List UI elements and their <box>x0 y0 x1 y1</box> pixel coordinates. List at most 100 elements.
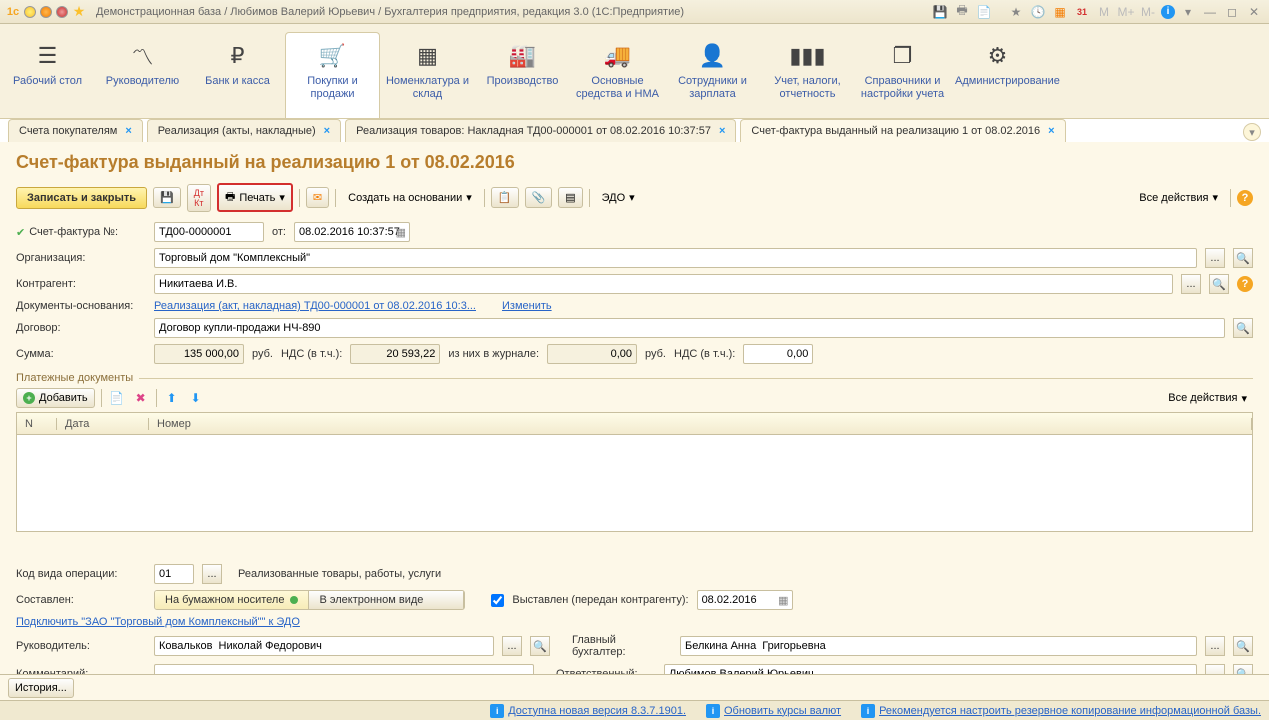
search-icon[interactable]: 🔍 <box>1233 636 1253 656</box>
nav-admin[interactable]: ⚙ Администрирование <box>950 32 1045 118</box>
tab-close-icon[interactable]: × <box>324 125 330 137</box>
save-icon[interactable]: 💾 <box>931 4 949 20</box>
basis-link[interactable]: Реализация (акт, накладная) ТД00-000001 … <box>154 300 476 312</box>
nds-input[interactable] <box>350 344 440 364</box>
counterparty-input[interactable] <box>154 274 1173 294</box>
create-based-button[interactable]: Создать на основании ▾ <box>342 188 478 207</box>
col-number[interactable]: Номер <box>149 418 1252 430</box>
nav-manager[interactable]: 〽 Руководителю <box>95 32 190 118</box>
print-button[interactable]: 🖶 Печать ▾ <box>217 183 293 212</box>
col-n[interactable]: N <box>17 418 57 430</box>
journal-nds-input[interactable] <box>743 344 813 364</box>
from-date-input[interactable] <box>294 222 410 242</box>
info-icon[interactable]: i <box>1161 5 1175 19</box>
help-icon[interactable]: ? <box>1237 190 1253 206</box>
star-icon[interactable]: ★ <box>1007 4 1025 20</box>
status-rates[interactable]: Обновить курсы валют <box>724 705 841 717</box>
col-date[interactable]: Дата <box>57 418 149 430</box>
manager-input[interactable] <box>154 636 494 656</box>
all-actions-button[interactable]: Все действия ▾ <box>1133 188 1224 207</box>
change-link[interactable]: Изменить <box>502 300 552 312</box>
down-icon[interactable]: ⬇ <box>187 390 205 406</box>
nav-production[interactable]: 🏭 Производство <box>475 32 570 118</box>
org-input[interactable] <box>154 248 1197 268</box>
list-button[interactable]: ▤ <box>558 187 582 208</box>
invoice-no-input[interactable] <box>154 222 264 242</box>
select-button[interactable]: ... <box>1181 274 1201 294</box>
payments-grid[interactable]: N Дата Номер <box>16 412 1253 532</box>
structure-button[interactable]: 📋 <box>491 187 519 208</box>
dropdown-icon[interactable]: ▾ <box>1179 4 1197 20</box>
calc-icon[interactable]: ▦ <box>1051 4 1069 20</box>
tab-close-icon[interactable]: × <box>719 125 725 137</box>
nav-tax[interactable]: ▮▮▮ Учет, налоги, отчетность <box>760 32 855 118</box>
nav-assets[interactable]: 🚚 Основные средства и НМА <box>570 32 665 118</box>
favorite-icon[interactable]: ★ <box>72 5 86 19</box>
post-button[interactable]: ДтКт <box>187 184 211 212</box>
search-icon[interactable]: 🔍 <box>530 636 550 656</box>
chart-icon: 〽 <box>100 41 185 71</box>
tab-realization-doc[interactable]: Реализация товаров: Накладная ТД00-00000… <box>345 119 736 142</box>
calendar-icon[interactable]: ▦ <box>778 594 788 607</box>
close-icon[interactable]: ✕ <box>1245 4 1263 20</box>
tab-invoice-issued[interactable]: Счет-фактура выданный на реализацию 1 от… <box>740 119 1065 142</box>
nav-sales[interactable]: 🛒 Покупки и продажи <box>285 32 380 118</box>
minimize-icon[interactable]: — <box>1201 4 1219 20</box>
save-close-button[interactable]: Записать и закрыть <box>16 187 147 209</box>
select-button[interactable]: ... <box>1205 636 1225 656</box>
op-code-input[interactable] <box>154 564 194 584</box>
m-button[interactable]: M <box>1095 4 1113 20</box>
print-icon[interactable]: 🖶 <box>953 4 971 20</box>
issued-checkbox[interactable] <box>491 594 504 607</box>
clock-icon[interactable]: 🕓 <box>1029 4 1047 20</box>
window-dot-3[interactable] <box>56 6 68 18</box>
mminus-button[interactable]: M- <box>1139 4 1157 20</box>
contract-input[interactable] <box>154 318 1225 338</box>
nav-bank[interactable]: ₽ Банк и касса <box>190 32 285 118</box>
calendar-icon[interactable]: 31 <box>1073 4 1091 20</box>
counterparty-label: Контрагент: <box>16 278 146 290</box>
window-dot-1[interactable] <box>24 6 36 18</box>
tab-realizations[interactable]: Реализация (акты, накладные) × <box>147 119 341 142</box>
payments-title: Платежные документы <box>16 372 1253 384</box>
nav-hr[interactable]: 👤 Сотрудники и зарплата <box>665 32 760 118</box>
search-icon[interactable]: 🔍 <box>1209 274 1229 294</box>
tabs-expand-button[interactable]: ▾ <box>1243 123 1261 141</box>
maximize-icon[interactable]: ◻ <box>1223 4 1241 20</box>
status-backup[interactable]: Рекомендуется настроить резервное копиро… <box>879 705 1261 717</box>
nav-desktop[interactable]: ☰ Рабочий стол <box>0 32 95 118</box>
add-button[interactable]: + Добавить <box>16 388 95 408</box>
select-button[interactable]: ... <box>202 564 222 584</box>
all-actions-button[interactable]: Все действия ▾ <box>1162 389 1253 408</box>
nav-stock[interactable]: ▦ Номенклатура и склад <box>380 32 475 118</box>
sum-input[interactable] <box>154 344 244 364</box>
select-button[interactable]: ... <box>502 636 522 656</box>
composed-toggle[interactable]: На бумажном носителе В электронном виде <box>154 590 465 610</box>
toggle-paper[interactable]: На бумажном носителе <box>155 591 309 609</box>
tab-close-icon[interactable]: × <box>125 125 131 137</box>
accountant-input[interactable] <box>680 636 1197 656</box>
help-icon[interactable]: ? <box>1237 276 1253 292</box>
nav-refs[interactable]: ❐ Справочники и настройки учета <box>855 32 950 118</box>
history-button[interactable]: История... <box>8 678 74 698</box>
search-icon[interactable]: 🔍 <box>1233 318 1253 338</box>
connect-edo-link[interactable]: Подключить "ЗАО "Торговый дом Комплексны… <box>16 616 300 628</box>
status-version[interactable]: Доступна новая версия 8.3.7.1901. <box>508 705 686 717</box>
tab-invoices[interactable]: Счета покупателям × <box>8 119 143 142</box>
calendar-icon[interactable]: ▦ <box>396 226 406 239</box>
delete-icon[interactable]: ✖ <box>132 390 150 406</box>
edo-button[interactable]: ЭДО ▾ <box>596 188 641 207</box>
tab-close-icon[interactable]: × <box>1048 125 1054 137</box>
up-icon[interactable]: ⬆ <box>163 390 181 406</box>
copy-icon[interactable]: 📄 <box>108 390 126 406</box>
toggle-electronic[interactable]: В электронном виде <box>309 591 464 609</box>
attach-button[interactable]: 📎 <box>525 187 553 208</box>
save-button[interactable]: 💾 <box>153 187 181 208</box>
journal-sum-input[interactable] <box>547 344 637 364</box>
search-icon[interactable]: 🔍 <box>1233 248 1253 268</box>
window-dot-2[interactable] <box>40 6 52 18</box>
select-button[interactable]: ... <box>1205 248 1225 268</box>
mplus-button[interactable]: M+ <box>1117 4 1135 20</box>
email-button[interactable]: ✉ <box>306 187 329 208</box>
doc-icon[interactable]: 📄 <box>975 4 993 20</box>
